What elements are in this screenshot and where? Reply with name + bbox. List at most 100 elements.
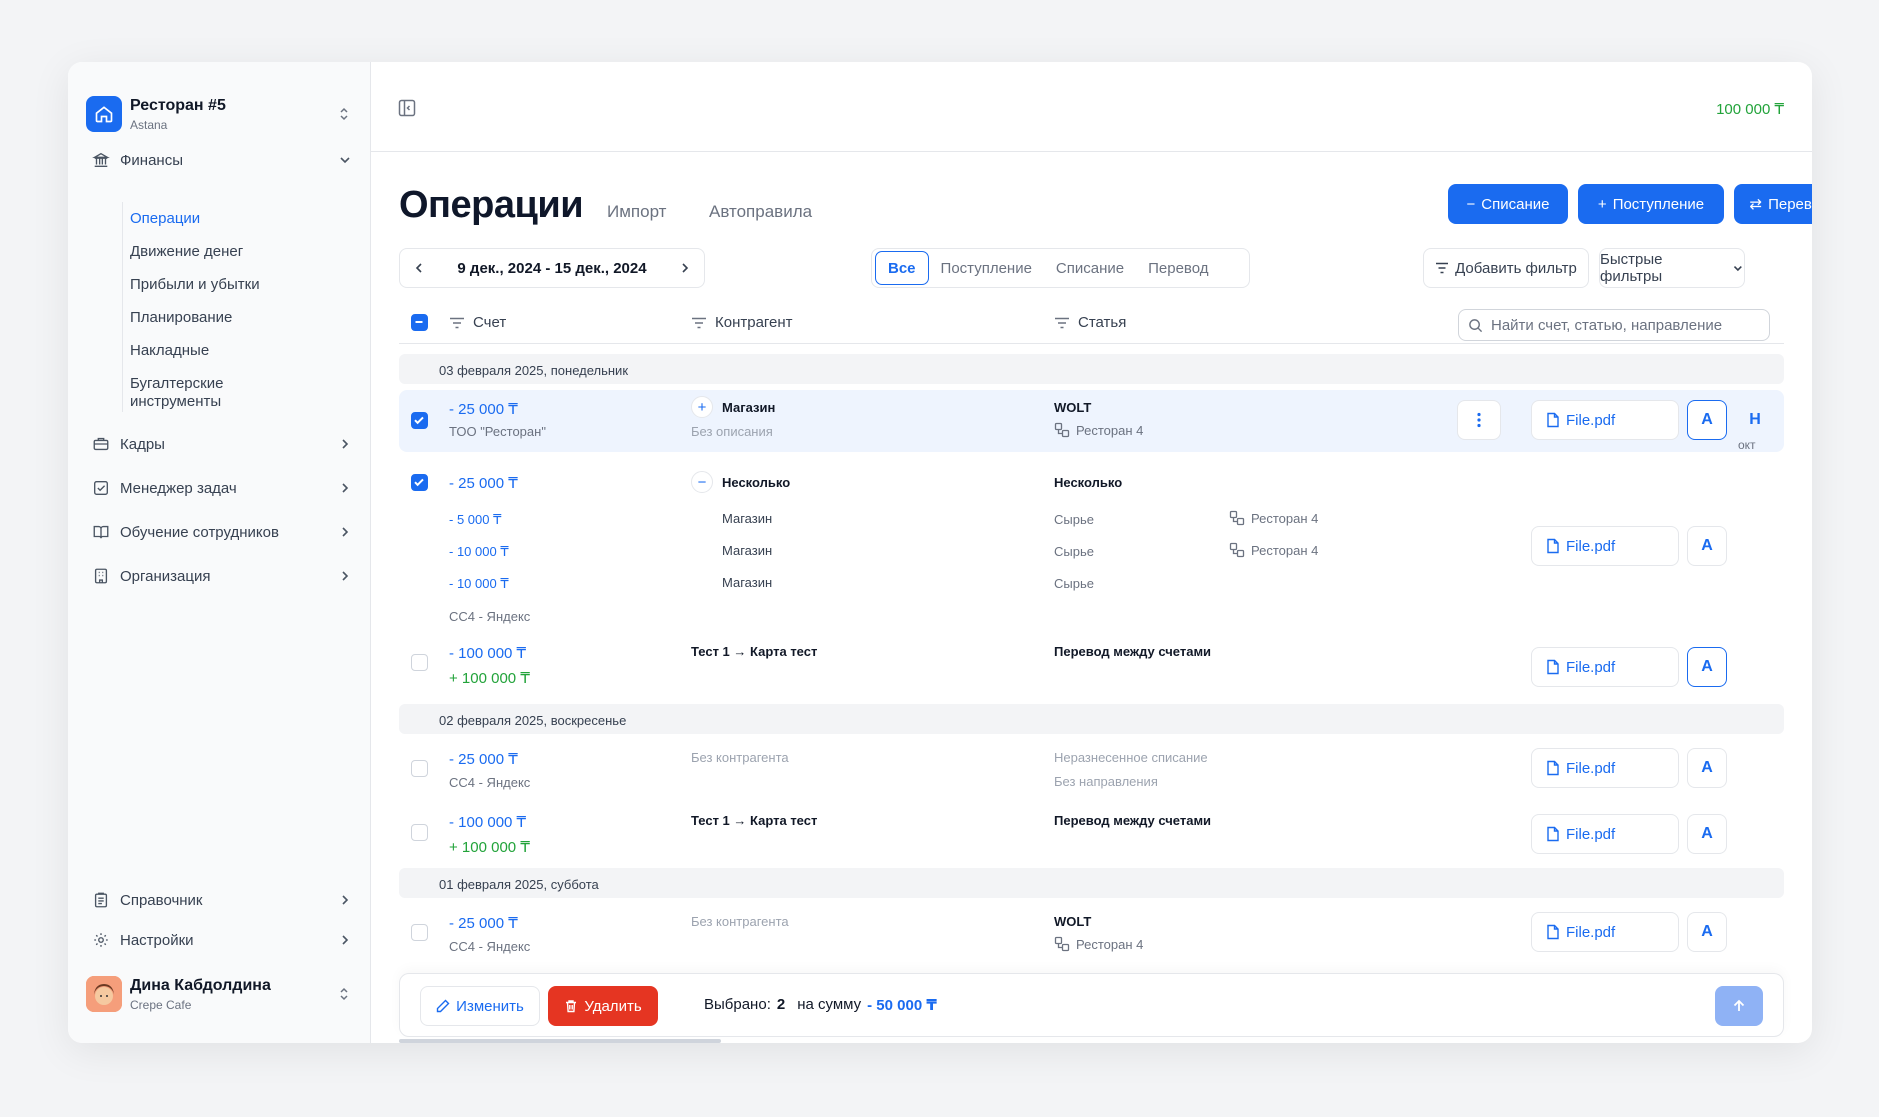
chevron-left-icon[interactable] — [412, 261, 426, 275]
selected-count: 2 — [776, 996, 786, 1013]
row-checkbox[interactable] — [411, 760, 428, 777]
expand-plus-icon[interactable]: + — [691, 396, 713, 418]
split-amount: - 5 000 ₸ — [449, 512, 502, 527]
main-content: 100 000 ₸ Операции Импорт Автоправила − С… — [371, 62, 1812, 1043]
file-name: File.pdf — [1566, 825, 1616, 843]
org-switcher[interactable]: Ресторан #5 Astana — [86, 92, 352, 136]
file-attachment-button[interactable]: File.pdf — [1531, 814, 1679, 854]
nav-item-planning[interactable]: Планирование — [130, 309, 232, 327]
date-range-picker: 9 дек., 2024 - 15 дек., 2024 — [399, 248, 705, 288]
chevron-right-icon — [342, 527, 349, 537]
collapse-minus-icon[interactable]: − — [691, 471, 713, 493]
row-category: Перевод между счетами — [1054, 644, 1212, 659]
nav-item-pnl[interactable]: Прибыли и убытки — [130, 276, 260, 294]
file-attachment-button[interactable]: File.pdf — [1531, 647, 1679, 687]
status-badge-button[interactable]: Н — [1735, 400, 1775, 440]
table-row[interactable]: - 25 000 ₸ CC4 - Яндекс Без контрагента … — [399, 902, 1784, 964]
segment-transfer[interactable]: Перевод — [1136, 251, 1220, 285]
nav-tasks[interactable]: Менеджер задач — [92, 476, 352, 500]
book-icon — [93, 525, 109, 539]
row-checkbox[interactable] — [411, 474, 428, 491]
nav-reference[interactable]: Справочник — [92, 888, 352, 912]
chevron-right-icon — [342, 571, 349, 581]
column-category[interactable]: Статья — [1054, 314, 1126, 331]
select-all-checkbox[interactable] — [411, 314, 428, 331]
row-amount-credit: + 100 000 ₸ — [449, 670, 530, 687]
row-checkbox[interactable] — [411, 824, 428, 841]
nav-item-cashflow[interactable]: Движение денег — [130, 243, 243, 261]
row-account: CC4 - Яндекс — [449, 939, 531, 954]
branch-icon — [1054, 422, 1070, 438]
row-checkbox[interactable] — [411, 654, 428, 671]
file-attachment-button[interactable]: File.pdf — [1531, 748, 1679, 788]
column-account-label: Счет — [473, 314, 507, 331]
segment-writeoff[interactable]: Списание — [1044, 251, 1136, 285]
bank-icon — [92, 152, 110, 167]
horizontal-scrollbar[interactable] — [399, 1039, 721, 1043]
writeoff-button[interactable]: − Списание — [1448, 184, 1568, 224]
file-name: File.pdf — [1566, 923, 1616, 941]
split-counterparty: Магазин — [722, 511, 773, 526]
chevron-right-icon[interactable] — [678, 261, 692, 275]
segment-income[interactable]: Поступление — [929, 251, 1044, 285]
table-row[interactable]: - 25 000 ₸ CC4 - Яндекс Без контрагента … — [399, 738, 1784, 800]
date-range-label[interactable]: 9 дек., 2024 - 15 дек., 2024 — [457, 260, 646, 277]
file-attachment-button[interactable]: File.pdf — [1531, 526, 1679, 566]
author-badge-button[interactable]: A — [1687, 814, 1727, 854]
transfer-button[interactable]: ⇄ Перевод — [1734, 184, 1812, 224]
author-badge-button[interactable]: A — [1687, 647, 1727, 687]
segment-all[interactable]: Все — [875, 251, 929, 285]
nav-organization[interactable]: Организация — [92, 564, 352, 588]
tab-autorules[interactable]: Автоправила — [709, 202, 812, 222]
file-attachment-button[interactable]: File.pdf — [1531, 912, 1679, 952]
column-counterparty[interactable]: Контрагент — [691, 314, 793, 331]
chevron-down-icon — [1734, 265, 1743, 272]
sidebar-toggle-icon[interactable] — [397, 98, 417, 118]
nav-hr[interactable]: Кадры — [92, 432, 352, 456]
chevron-down-icon — [340, 157, 350, 164]
row-category: WOLT — [1054, 400, 1092, 415]
clipboard-icon — [94, 892, 108, 908]
author-badge-button[interactable]: A — [1687, 400, 1727, 440]
edit-button[interactable]: Изменить — [420, 986, 540, 1026]
nav-item-accounting-tools[interactable]: Бугалтерские инструменты — [130, 375, 223, 411]
selected-sum: - 50 000 ₸ — [867, 997, 937, 1014]
author-badge-button[interactable]: A — [1687, 912, 1727, 952]
nav-settings[interactable]: Настройки — [92, 928, 352, 952]
add-filter-button[interactable]: Добавить фильтр — [1423, 248, 1589, 288]
org-name: Ресторан #5 — [130, 96, 226, 114]
more-actions-button[interactable] — [1457, 400, 1501, 440]
author-badge-button[interactable]: A — [1687, 748, 1727, 788]
row-checkbox[interactable] — [411, 412, 428, 429]
table-row[interactable]: - 25 000 ₸ − Несколько Несколько - 5 000… — [399, 460, 1784, 596]
nav-item-operations[interactable]: Операции — [130, 210, 200, 228]
nav-finance[interactable]: Финансы — [92, 148, 352, 172]
arrow-up-icon — [1733, 999, 1745, 1011]
table-row[interactable]: - 25 000 ₸ ТОО "Ресторан" + Магазин Без … — [399, 390, 1784, 452]
minus-icon — [415, 321, 423, 323]
row-checkbox[interactable] — [411, 924, 428, 941]
file-attachment-button[interactable]: File.pdf — [1531, 400, 1679, 440]
row-direction: Без направления — [1054, 774, 1158, 789]
split-branch: Ресторан 4 — [1229, 542, 1318, 558]
row-category: Несколько — [1054, 475, 1123, 490]
user-switcher[interactable]: Дина Кабдолдина Crepe Cafe — [86, 974, 352, 1014]
delete-button[interactable]: Удалить — [548, 986, 658, 1026]
row-amount: - 25 000 ₸ — [449, 475, 518, 492]
author-badge-button[interactable]: A — [1687, 526, 1727, 566]
tab-import[interactable]: Импорт — [607, 202, 666, 222]
checkbox-icon — [94, 481, 108, 495]
scroll-top-button[interactable] — [1715, 986, 1763, 1026]
branch-icon — [1229, 510, 1245, 526]
column-account[interactable]: Счет — [449, 314, 506, 331]
quick-filters-dropdown[interactable]: Быстрые фильтры — [1599, 248, 1745, 288]
nav-training[interactable]: Обучение сотрудников — [92, 520, 352, 544]
nav-training-label: Обучение сотрудников — [120, 523, 279, 541]
nav-item-invoices[interactable]: Накладные — [130, 342, 209, 360]
table-row[interactable]: - 100 000 ₸ + 100 000 ₸ Тест 1 → Карта т… — [399, 802, 1784, 870]
table-row[interactable]: - 100 000 ₸ + 100 000 ₸ Тест 1 → Карта т… — [399, 632, 1784, 702]
bulk-action-bar: Изменить Удалить Выбрано: 2 на сумму - 5… — [399, 973, 1784, 1037]
split-branch-label: Ресторан 4 — [1251, 542, 1319, 558]
search-input[interactable]: Найти счет, статью, направление — [1458, 309, 1770, 341]
income-button[interactable]: + Поступление — [1578, 184, 1724, 224]
